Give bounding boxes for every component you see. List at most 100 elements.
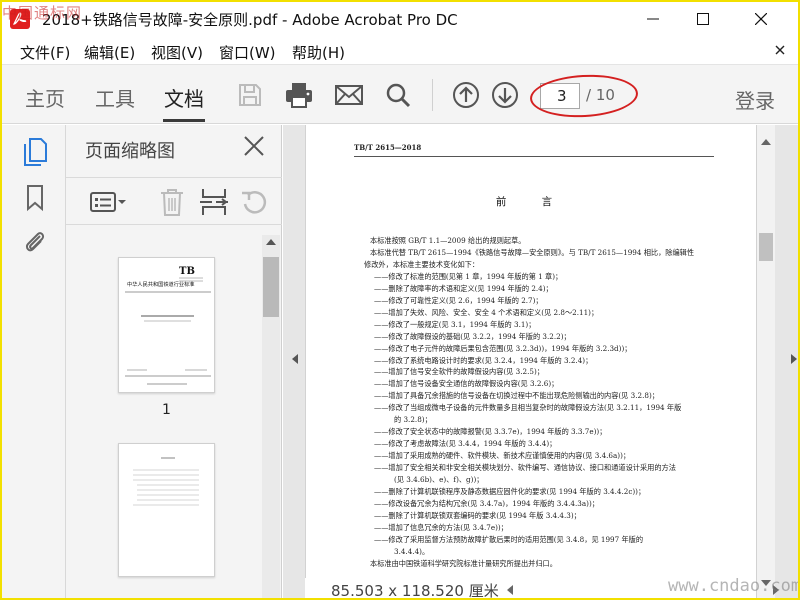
close-panel-button[interactable] [242,134,266,158]
tab-home[interactable]: 主页 [25,83,65,112]
thumbnail-scrollbar[interactable] [262,235,280,600]
page-heading: 前 言 [495,196,569,208]
document-line: (见 3.4.6b)、e)、f)、g))； [394,475,484,485]
bookmarks-button[interactable] [20,183,50,213]
tab-tools[interactable]: 工具 [95,83,135,112]
document-line: ——删除了故障率的术语和定义(见 1994 年版的 2.4)； [374,283,553,293]
document-view[interactable]: TB/T 2615—2018 前 言 本标准按照 GB/T 1.1—2009 给… [283,125,800,600]
envelope-icon [335,85,363,105]
save-icon [239,84,261,106]
page-dimensions: 85.503 x 118.520 厘米 [305,578,505,600]
document-line: ——增加了具备冗余措施的信号设备在切换过程中不能出现危险侧输出的内容(见 3.2… [374,391,659,401]
document-line: 的 3.2.8)； [394,415,432,425]
print-button[interactable] [283,79,315,111]
document-line: ——删除了计算机联锁程序及静态数据应固件化的要求(见 1994 年版的 3.4.… [374,487,646,497]
page-thumbnails-panel: 页面缩略图 TB 中华人民共和国铁道行业标准 1 [66,125,282,600]
cover-page-preview: TB 中华人民共和国铁道行业标准 [125,266,211,385]
menu-help[interactable]: 帮助(H) [292,42,345,63]
document-line: ——增加了失效、风险、安全、安全 4 个术语和定义(见 2.8～2.11)； [374,307,599,317]
document-line: 修改外，本标准主要技术变化如下： [364,259,480,269]
document-line: 本标准由中国铁道科学研究院标准计量研究所提出并归口。 [370,558,557,568]
document-line: 本标准代替 TB/T 2615—1994《铁路信号故障—安全原则》。与 TB/T… [370,247,695,257]
minimize-button[interactable] [630,0,676,38]
minimize-icon [647,18,659,20]
insert-page-button[interactable] [198,186,230,218]
scroll-left-arrow[interactable] [507,585,513,595]
left-navigation-pane [0,125,66,600]
search-button[interactable] [382,79,414,111]
page-thumbnail-2[interactable] [118,443,215,577]
page-body: 本标准按照 GB/T 1.1—2009 给出的规则起草。 本标准代替 TB/T 2… [364,235,734,570]
document-line: ——修改了当组成微电子设备的元件数量多且相当复杂时的故障假设方法(见 3.2.1… [374,403,682,413]
document-line: ——修改了可靠性定义(见 2.6，1994 年版的 2.7)； [374,295,543,305]
close-icon [775,45,785,55]
close-window-button[interactable] [738,0,784,38]
red-highlight-annotation [528,72,640,120]
main-toolbar: 主页 工具 文档 3 / 10 登录 [0,64,800,124]
close-icon [244,136,264,156]
rotate-page-button[interactable] [238,186,270,218]
paperclip-icon [25,232,45,252]
document-line: ——修改了采用监督方法预防故障扩散后果时的适用范围(见 3.4.8，见 1997… [374,534,644,544]
document-line: ——增加了信号安全软件的故障假设内容(见 3.2.5)； [374,367,544,377]
scroll-up-arrow[interactable] [761,139,771,145]
document-line: ——修改了故障假设的基础(见 3.2.2，1994 年版的 3.2.2)； [374,331,571,341]
document-line: ——增加了信息冗余的方法(见 3.4.7e))； [374,522,508,532]
list-options-icon [90,192,126,212]
menu-edit[interactable]: 编辑(E) [84,42,135,63]
options-menu-button[interactable] [88,186,128,218]
collapse-panel-button[interactable] [292,354,298,364]
pdf-page[interactable]: TB/T 2615—2018 前 言 本标准按照 GB/T 1.1—2009 给… [305,125,757,600]
active-tab-indicator [163,119,205,122]
scrollbar-thumb[interactable] [759,233,773,261]
watermark-top: 中国通标网 [2,4,83,22]
menu-window[interactable]: 窗口(W) [219,42,276,63]
document-line: ——修改了标准的范围(见第 1 章，1994 年版的第 1 章)； [374,271,563,281]
trash-icon [161,189,183,216]
save-button[interactable] [234,79,266,111]
page-thumbnails-button[interactable] [20,137,50,167]
attachments-button[interactable] [20,227,50,257]
panel-title: 页面缩略图 [85,141,175,162]
thumbnail-toolbar [66,177,282,225]
maximize-button[interactable] [680,0,726,38]
watermark-bottom: www.cndao.com [668,576,800,596]
rotate-icon [242,191,267,214]
document-line: ——增加了安全相关和非安全相关模块划分、软件编写、通信协议、接口和通道设计采用的… [374,463,676,473]
expand-right-pane-button[interactable] [791,354,797,364]
document-line: ——删除了计算机联锁双套编码的要求(见 1994 年版 3.4.4.3)； [374,510,581,520]
header-rule [354,156,714,157]
close-icon [755,13,767,25]
document-line: ——增加了信号设备安全通信的故障假设内容(见 3.2.6)； [374,379,559,389]
title-bar: 2018+铁路信号故障-安全原则.pdf - Adobe Acrobat Pro… [0,0,800,38]
document-line: ——修改设备冗余为结构冗余(见 3.4.7a)，1994 年版的 3.4.4.3… [374,498,599,508]
menu-file[interactable]: 文件(F) [20,42,70,63]
bookmark-icon [27,185,43,212]
page-thumbnails-icon [24,138,47,166]
close-document-button[interactable] [773,42,787,56]
document-scrollbar[interactable] [757,125,775,600]
menu-view[interactable]: 视图(V) [151,42,203,63]
tab-document[interactable]: 文档 [164,83,204,112]
scroll-up-arrow[interactable] [266,239,276,245]
contents-page-preview [133,457,199,506]
page-thumbnail-1[interactable]: TB 中华人民共和国铁道行业标准 [118,257,215,393]
document-line: ——修改了安全状态中的故障报警(见 3.3.7e)，1994 年版的 3.3.7… [374,427,607,437]
document-line: ——修改了考虑故障法(见 3.4.4，1994 年版的 3.4.4)； [374,439,557,449]
document-line: ——修改了系统电路设计时的要求(见 3.2.4，1994 年版的 3.2.4)； [374,355,593,365]
previous-page-button[interactable] [450,79,482,111]
document-line: ——修改了电子元件的故障后果包含范围(见 3.2.3d))，1994 年版的 3… [374,343,632,353]
arrow-down-circle-icon [492,82,518,108]
next-page-button[interactable] [489,79,521,111]
insert-page-icon [200,189,228,215]
maximize-icon [697,13,709,25]
email-button[interactable] [333,79,365,111]
scrollbar-thumb[interactable] [263,257,279,317]
search-icon [386,83,411,108]
printer-icon [286,83,312,108]
delete-page-button[interactable] [156,186,188,218]
thumb-badge: TB [179,266,195,277]
document-line: ——增加了采用成熟的硬件、软件模块、新技术应谨慎使用的内容(见 3.4.6a))… [374,451,631,461]
login-button[interactable]: 登录 [735,85,775,114]
toolbar-separator [432,79,433,111]
